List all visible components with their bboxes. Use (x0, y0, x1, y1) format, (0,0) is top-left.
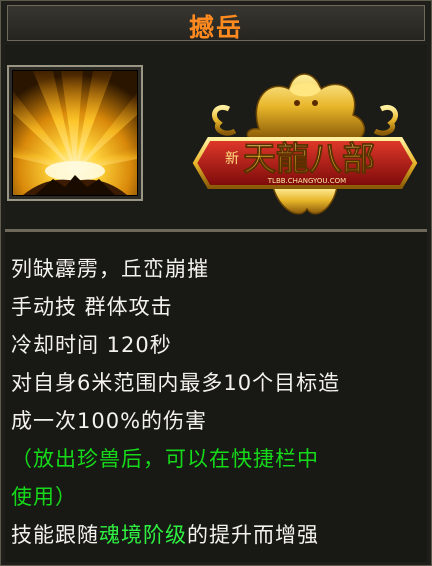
game-logo: 新 天龍八部 TLBB.CHANGYOU.COM (192, 73, 418, 215)
flavor-text: 列缺霹雳，丘峦崩摧 (11, 257, 209, 281)
effect-text-line-2: 成一次100%的伤害 (11, 409, 208, 433)
cooldown-text: 冷却时间 120秒 (11, 333, 172, 357)
logo-title: 天龍八部 (243, 139, 375, 178)
growth-note: 技能跟随魂境阶级的提升而增强 (11, 521, 319, 549)
skill-name: 撼岳 (188, 13, 243, 42)
skill-icon-frame (7, 65, 143, 201)
growth-note-suffix: 的提升而增强 (187, 523, 319, 547)
growth-note-prefix: 技能跟随 (11, 523, 99, 547)
logo-website: TLBB.CHANGYOU.COM (267, 177, 346, 185)
skill-type: 手动技 群体攻击 (11, 295, 173, 319)
logo-prefix: 新 (225, 151, 239, 167)
title-bar: 撼岳 (7, 5, 425, 42)
usage-hint-line-2: 使用） (11, 485, 77, 509)
golden-burst-skill-icon (13, 71, 137, 195)
effect-text-line-1: 对自身6米范围内最多10个目标造 (11, 371, 341, 395)
usage-hint-line-1: （放出珍兽后，可以在快捷栏中 (11, 447, 319, 471)
growth-note-highlight: 魂境阶级 (99, 523, 187, 547)
skill-tooltip: 撼岳 新 天龍八部 TLBB.CHANGYOU.COM 列缺霹雳，丘峦崩摧 手动… (0, 0, 432, 566)
